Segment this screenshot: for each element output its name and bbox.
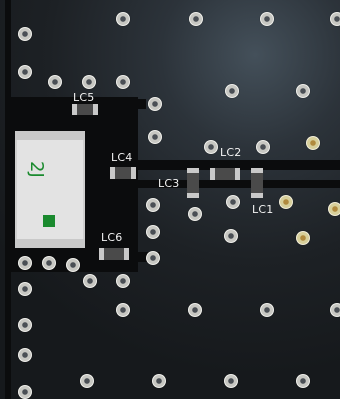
via bbox=[330, 303, 340, 317]
capacitor-lc3-pad bbox=[187, 193, 199, 198]
via bbox=[189, 12, 203, 26]
capacitor-lc4-pad bbox=[131, 167, 136, 179]
via bbox=[296, 84, 310, 98]
capacitor-lc4-pad bbox=[110, 167, 115, 179]
via bbox=[18, 65, 32, 79]
trace bbox=[5, 0, 11, 399]
component-2j-label: 2J bbox=[26, 161, 47, 178]
via bbox=[328, 202, 340, 216]
via bbox=[80, 374, 94, 388]
via bbox=[330, 12, 340, 26]
capacitor-lc6-pad bbox=[99, 248, 104, 260]
via bbox=[260, 303, 274, 317]
capacitor-lc1-pad bbox=[251, 168, 263, 173]
capacitor-lc2-pad bbox=[210, 168, 215, 180]
capacitor-lc6-pad bbox=[124, 248, 129, 260]
via bbox=[116, 303, 130, 317]
via bbox=[18, 348, 32, 362]
label-lc5: LC5 bbox=[73, 91, 95, 104]
via bbox=[18, 256, 32, 270]
component-2j: 2J bbox=[15, 131, 85, 248]
via bbox=[18, 27, 32, 41]
via bbox=[296, 374, 310, 388]
via bbox=[48, 75, 62, 89]
via bbox=[225, 84, 239, 98]
via bbox=[148, 97, 162, 111]
pcb-board: 2J LC5 LC4 LC3 LC2 LC1 LC6 bbox=[0, 0, 340, 399]
via bbox=[82, 75, 96, 89]
via bbox=[256, 140, 270, 154]
capacitor-lc3-pad bbox=[187, 168, 199, 173]
via bbox=[188, 207, 202, 221]
via bbox=[224, 229, 238, 243]
via bbox=[204, 140, 218, 154]
via bbox=[279, 195, 293, 209]
via bbox=[146, 225, 160, 239]
label-lc3: LC3 bbox=[158, 177, 180, 190]
via bbox=[116, 274, 130, 288]
via bbox=[306, 136, 320, 150]
capacitor-lc1-pad bbox=[251, 193, 263, 198]
via bbox=[116, 75, 130, 89]
label-lc1: LC1 bbox=[252, 203, 274, 216]
label-lc6: LC6 bbox=[101, 231, 123, 244]
via bbox=[146, 198, 160, 212]
label-lc2: LC2 bbox=[220, 146, 242, 159]
via bbox=[148, 130, 162, 144]
capacitor-lc2-pad bbox=[235, 168, 240, 180]
label-lc4: LC4 bbox=[111, 151, 133, 164]
via bbox=[66, 258, 80, 272]
capacitor-lc5-pad bbox=[93, 104, 98, 115]
via bbox=[18, 282, 32, 296]
via bbox=[188, 303, 202, 317]
via bbox=[116, 12, 130, 26]
via bbox=[152, 374, 166, 388]
via bbox=[18, 385, 32, 399]
via bbox=[18, 318, 32, 332]
via bbox=[224, 374, 238, 388]
via bbox=[226, 195, 240, 209]
via bbox=[42, 256, 56, 270]
via bbox=[260, 12, 274, 26]
component-2j-pad-top bbox=[15, 131, 85, 140]
component-2j-pad-bottom bbox=[15, 239, 85, 248]
component-2j-marker bbox=[43, 215, 55, 227]
via bbox=[146, 251, 160, 265]
capacitor-lc5-pad bbox=[72, 104, 77, 115]
via bbox=[296, 231, 310, 245]
via bbox=[83, 274, 97, 288]
